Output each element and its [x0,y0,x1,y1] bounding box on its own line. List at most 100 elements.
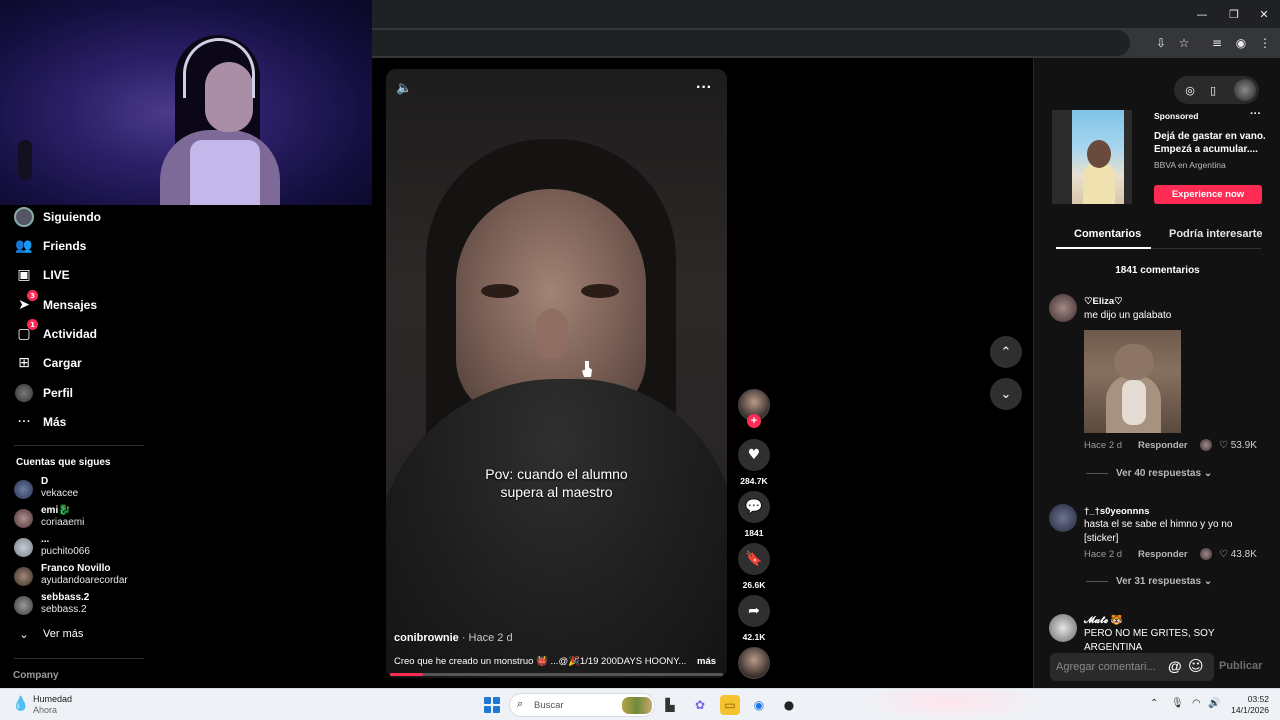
user-avatar[interactable] [1234,79,1256,101]
comment-author[interactable]: 𝓜𝓪𝓽𝓮 🐯 [1084,615,1122,626]
video-author[interactable]: conibrownie · Hace 2 d [394,632,513,644]
comment-author[interactable]: ♡Eliza♡ [1084,296,1123,307]
see-more-button[interactable]: ⌄ Ver más [14,622,83,646]
ad-cta-button[interactable]: Experience now [1154,185,1262,204]
description-more-button[interactable]: más [697,656,716,667]
video-progress-bar[interactable] [390,673,723,676]
search-icon: ⌕ [517,697,524,710]
following-account[interactable]: Franco Novillo ayudandoarecordar [14,563,154,589]
ad-title[interactable]: Dejá de gastar en vano. Empezá a acumula… [1154,130,1272,156]
copilot-icon[interactable]: ✿ [690,695,710,715]
windows-start-icon[interactable] [484,697,500,713]
company-link[interactable]: Company [13,670,59,681]
tab-comments[interactable]: Comentarios [1074,228,1141,240]
next-video-button[interactable]: ⌄ [990,378,1022,410]
sidebar-divider [14,445,144,446]
phone-icon[interactable]: ▯ [1204,81,1222,99]
ad-image-person-head [1087,140,1111,168]
avatar[interactable] [1049,294,1077,322]
browser-menu-icon[interactable]: ⋮ [1256,34,1274,52]
humidity-drop-icon[interactable]: 💧 [12,696,29,714]
taskbar-clock[interactable]: 03:52 14/1/2026 [1229,694,1269,716]
sidebar-item-label: Mensajes [43,298,98,312]
comment-like[interactable]: ♡ 43.8K [1219,549,1257,560]
address-bar[interactable] [372,30,1130,56]
account-name: Franco Novillo [41,563,111,574]
messages-icon: ➤ 3 [14,290,38,315]
comment-button[interactable]: 💬 [738,491,770,523]
file-explorer-icon[interactable]: ▭ [720,695,740,715]
taskbar-search-label: Buscar [534,700,564,711]
account-username: coriaaemi [41,517,85,528]
sidebar-item-messages[interactable]: ➤ 3 Mensajes [14,290,98,317]
following-section-title: Cuentas que sigues [16,457,111,468]
app-with-notification-icon[interactable]: ● [779,695,799,715]
chrome-icon[interactable]: ◉ [749,695,769,715]
video-description: Creo que he creado un monstruo 👹 ...@🎉1/… [394,656,687,667]
install-app-icon[interactable]: ⇩ [1152,34,1170,52]
restore-icon[interactable]: ❐ [1218,0,1250,28]
browser-toolbar: ⇩ ☆ ≡ ◉ ⋮ [372,28,1280,58]
sidebar-item-live[interactable]: ▣ LIVE [14,263,69,287]
sidebar-item-following[interactable]: Siguiendo [14,205,101,229]
comment-input[interactable]: Agregar comentari... @ ☺ [1050,653,1214,681]
emoji-icon[interactable]: ☺ [1188,657,1204,675]
comment-like[interactable]: ♡ 53.9K [1219,440,1257,451]
taskbar-search[interactable]: ⌕ Buscar [509,693,655,717]
ad-thumbnail[interactable] [1052,110,1132,204]
bookmark-star-icon[interactable]: ☆ [1175,34,1193,52]
view-replies-button[interactable]: Ver 40 respuestas ⌄ [1086,468,1212,479]
media-control-icon[interactable]: ≡ [1208,34,1226,52]
previous-video-button[interactable]: ⌃ [990,336,1022,368]
video-player[interactable]: 🔈 ··· Pov: cuando el alumno supera al ma… [386,69,727,678]
ad-more-options-icon[interactable]: ··· [1250,108,1261,120]
profile-avatar-icon [14,383,34,403]
avatar [14,480,33,499]
tray-chevron-up-icon[interactable]: ⌃ [1150,698,1158,709]
speaker-icon[interactable]: 🔊 [1208,698,1220,709]
wifi-icon[interactable]: ◠ [1192,698,1201,709]
tab-suggested[interactable]: Podría interesarte [1169,228,1263,240]
account-name: emi🐉 [41,505,71,516]
compass-icon[interactable]: ◎ [1181,81,1199,99]
microphone-icon[interactable]: 🎙 [1171,698,1184,709]
sound-disc-avatar[interactable] [738,647,770,679]
follow-plus-icon[interactable]: + [747,414,761,428]
close-icon[interactable]: ✕ [1248,0,1280,28]
account-username: sebbass.2 [41,604,87,615]
minimize-icon[interactable]: — [1186,0,1218,28]
sidebar-item-upload[interactable]: ⊞ Cargar [14,351,82,375]
following-account[interactable]: emi🐉 coriaaemi [14,505,154,531]
comment-sticker-image[interactable] [1084,330,1181,433]
mention-icon[interactable]: @ [1168,658,1182,674]
task-view-icon[interactable]: ▙ [660,695,680,715]
publish-button[interactable]: Publicar [1219,660,1262,672]
view-replies-button[interactable]: Ver 31 respuestas ⌄ [1086,576,1212,587]
comment-text: PERO NO ME GRITES, SOY ARGENTINA [1084,628,1215,653]
sidebar-item-activity[interactable]: ▢ 1 Actividad [14,319,98,346]
comment-time: Hace 2 d [1084,549,1123,560]
like-button[interactable]: ♥ [738,439,770,471]
live-icon: ▣ [17,267,31,283]
reply-button[interactable]: Responder [1138,549,1188,560]
sidebar-item-label: Actividad [43,327,98,341]
profile-icon[interactable]: ◉ [1232,34,1250,52]
avatar[interactable] [1049,504,1077,532]
volume-icon[interactable]: 🔈 [396,81,414,99]
comment-text: hasta el se sabe el himno y yo no [stick… [1084,519,1233,544]
sidebar-item-profile[interactable]: Perfil [14,381,73,405]
sidebar-item-more[interactable]: ··· Más [14,410,66,434]
reply-button[interactable]: Responder [1138,440,1188,451]
weather-widget[interactable]: Humedad Ahora [33,694,72,716]
following-account[interactable]: sebbass.2 sebbass.2 [14,592,154,618]
save-button[interactable]: 🔖 [738,543,770,575]
microphone-shape [18,140,32,180]
video-actions: + ♥ 284.7K 💬 1841 🔖 26.6K ➦ 42.1K [735,385,773,685]
following-account[interactable]: D vekacee [14,476,154,502]
following-account[interactable]: ... puchito066 [14,534,154,560]
sidebar-item-friends[interactable]: 👥 Friends [14,234,86,258]
video-more-options-icon[interactable]: ··· [696,79,712,97]
comment-author[interactable]: †_†s0yeonnns [1084,506,1149,517]
avatar[interactable] [1049,614,1077,642]
share-button[interactable]: ➦ [738,595,770,627]
